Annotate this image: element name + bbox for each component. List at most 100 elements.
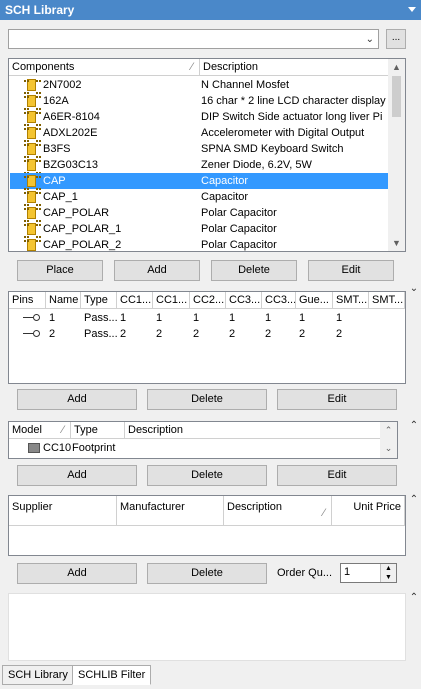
- pin-cell: 1: [229, 312, 236, 324]
- pins-column-header[interactable]: Type: [81, 292, 117, 309]
- component-row[interactable]: CAP_POLAR Polar Capacitor: [10, 205, 389, 222]
- components-scrollbar[interactable]: ▲ ▼: [388, 59, 405, 251]
- pin-icon: [23, 330, 40, 338]
- component-icon: [24, 207, 39, 222]
- add-pin-button[interactable]: Add: [17, 389, 137, 410]
- collapse-up-icon[interactable]: ⌃: [409, 494, 419, 505]
- column-header-unit-price[interactable]: Unit Price: [332, 496, 405, 526]
- pin-row[interactable]: 1 Pass... 1 1 1 1 1 1 1: [9, 310, 405, 326]
- tab-sch-library[interactable]: SCH Library: [2, 665, 74, 685]
- component-row[interactable]: 2N7002 N Channel Mosfet: [10, 77, 389, 94]
- component-icon: [24, 111, 39, 126]
- stepper-buttons[interactable]: ▲ ▼: [380, 564, 396, 582]
- delete-supplier-button[interactable]: Delete: [147, 563, 267, 584]
- pins-column-header[interactable]: CC3...: [226, 292, 262, 309]
- scroll-up-icon[interactable]: ⌃: [380, 422, 397, 440]
- component-row[interactable]: CAP_POLAR_1 Polar Capacitor: [10, 221, 389, 238]
- column-header-components[interactable]: Components ⁄: [9, 59, 200, 76]
- collapse-up-icon[interactable]: ⌃: [409, 592, 419, 603]
- edit-model-button[interactable]: Edit: [277, 465, 397, 486]
- pin-cell: 1: [156, 312, 163, 324]
- pins-column-header[interactable]: CC1...: [153, 292, 190, 309]
- column-header-description[interactable]: Description: [200, 59, 390, 76]
- component-description: DIP Switch Side actuator long liver Pi: [201, 111, 383, 123]
- component-name: A6ER-8104: [43, 111, 100, 123]
- panel-titlebar: SCH Library: [0, 0, 421, 20]
- pins-column-header[interactable]: SMT...: [333, 292, 369, 309]
- edit-pin-button[interactable]: Edit: [277, 389, 397, 410]
- order-quantity-value: 1: [344, 566, 351, 578]
- component-description: Polar Capacitor: [201, 223, 277, 235]
- models-scrollbar[interactable]: ⌃ ⌄: [380, 422, 397, 458]
- pin-icon: [23, 314, 40, 322]
- place-button[interactable]: Place: [17, 260, 103, 281]
- order-quantity-stepper[interactable]: 1 ▲ ▼: [340, 563, 397, 583]
- component-row[interactable]: ADXL202E Accelerometer with Digital Outpu…: [10, 125, 389, 142]
- component-row[interactable]: BZG03C13 Zener Diode, 6.2V, 5W: [10, 157, 389, 174]
- column-header-manufacturer[interactable]: Manufacturer: [117, 496, 224, 526]
- panel-title: SCH Library: [5, 3, 75, 17]
- delete-component-button[interactable]: Delete: [211, 260, 297, 281]
- component-row[interactable]: CAP Capacitor: [10, 173, 389, 190]
- panel-menu-icon[interactable]: [408, 7, 416, 12]
- component-name: CAP_POLAR_2: [43, 239, 122, 251]
- component-description: Accelerometer with Digital Output: [201, 127, 365, 139]
- component-row[interactable]: A6ER-8104 DIP Switch Side actuator long l…: [10, 109, 389, 126]
- scroll-down-icon[interactable]: ▼: [388, 235, 405, 251]
- column-header-description[interactable]: Description ⁄: [224, 496, 332, 526]
- models-list[interactable]: Model ⁄ Type Description CC10( Footprint…: [8, 421, 398, 459]
- tab-schlib-filter[interactable]: SCHLIB Filter: [72, 665, 152, 685]
- filter-combobox[interactable]: ⌄: [8, 29, 379, 49]
- scroll-up-icon[interactable]: ▲: [388, 59, 405, 75]
- components-list[interactable]: Components ⁄ Description 2N7002 N Channel…: [8, 58, 406, 252]
- edit-component-button[interactable]: Edit: [308, 260, 394, 281]
- add-model-button[interactable]: Add: [17, 465, 137, 486]
- browse-button[interactable]: ...: [386, 29, 406, 49]
- delete-model-button[interactable]: Delete: [147, 465, 267, 486]
- collapse-up-icon[interactable]: ⌃: [409, 420, 419, 431]
- component-name: ADXL202E: [43, 127, 98, 139]
- column-header-model[interactable]: Model ⁄: [9, 422, 71, 439]
- column-header-type[interactable]: Type: [71, 422, 125, 439]
- component-row[interactable]: 162A 16 char * 2 line LCD character displ…: [10, 93, 389, 110]
- add-supplier-button[interactable]: Add: [17, 563, 137, 584]
- component-row[interactable]: CAP_1 Capacitor: [10, 189, 389, 206]
- chevron-down-icon[interactable]: ⌄: [366, 34, 374, 45]
- scrollbar-thumb[interactable]: [392, 76, 401, 117]
- model-type: Footprint: [72, 442, 116, 454]
- component-icon: [24, 95, 39, 110]
- component-icon: [24, 175, 39, 190]
- decrement-icon[interactable]: ▼: [381, 573, 396, 582]
- column-header-description[interactable]: Description: [125, 422, 382, 439]
- component-row[interactable]: CAP_POLAR_2 Polar Capacitor: [10, 237, 389, 251]
- component-row[interactable]: B3FS SPNA SMD Keyboard Switch: [10, 141, 389, 158]
- pin-row[interactable]: 2 Pass... 2 2 2 2 2 2 2: [9, 326, 405, 342]
- pins-column-header[interactable]: CC3...: [262, 292, 296, 309]
- pins-column-header[interactable]: Pins: [9, 292, 46, 309]
- component-name: CAP_1: [43, 191, 78, 203]
- pin-cell: 2: [299, 328, 306, 340]
- pins-column-header[interactable]: SMT...: [369, 292, 405, 309]
- pins-column-header[interactable]: Name: [46, 292, 81, 309]
- add-component-button[interactable]: Add: [114, 260, 200, 281]
- model-name: CC10(: [43, 442, 71, 454]
- pins-column-header[interactable]: CC1...: [117, 292, 153, 309]
- column-header-supplier[interactable]: Supplier: [9, 496, 117, 526]
- pin-cell: 2: [229, 328, 236, 340]
- component-name: CAP: [43, 175, 66, 187]
- pin-cell: 1: [193, 312, 200, 324]
- pin-cell: 1: [299, 312, 306, 324]
- pins-column-header[interactable]: CC2...: [190, 292, 226, 309]
- increment-icon[interactable]: ▲: [381, 564, 396, 573]
- pins-grid[interactable]: Pins Name Type CC1... CC1... CC2... CC3... CC3.…: [8, 291, 406, 384]
- delete-pin-button[interactable]: Delete: [147, 389, 267, 410]
- suppliers-grid[interactable]: Supplier Manufacturer Description ⁄ Unit…: [8, 495, 406, 556]
- component-description: Capacitor: [201, 175, 249, 187]
- scroll-down-icon[interactable]: ⌄: [380, 440, 397, 458]
- collapse-icon[interactable]: ⌄: [409, 283, 419, 294]
- pins-column-header[interactable]: Gue...: [296, 292, 333, 309]
- footprint-icon: [28, 443, 40, 453]
- preview-area: [8, 593, 406, 661]
- model-row[interactable]: CC10( Footprint: [10, 440, 382, 456]
- component-name: CAP_POLAR_1: [43, 223, 122, 235]
